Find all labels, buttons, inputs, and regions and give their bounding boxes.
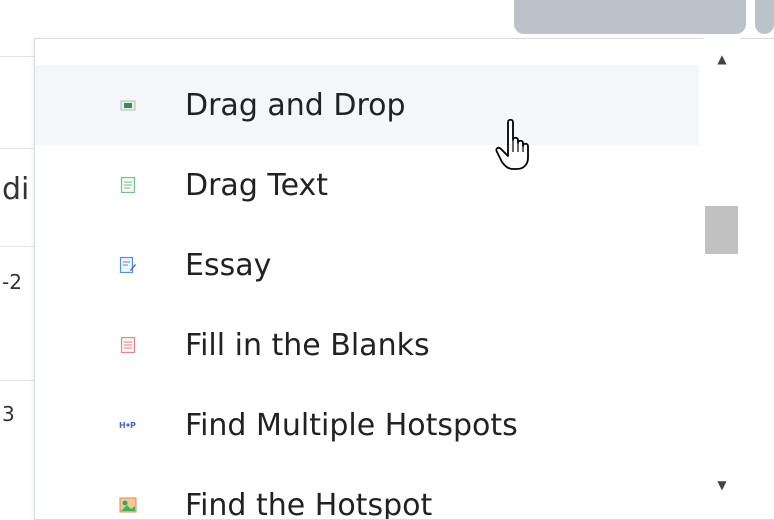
background-button[interactable]: [514, 0, 746, 34]
table-cell-fragment: -2: [2, 270, 22, 294]
scrollbar-thumb[interactable]: [705, 206, 738, 254]
dropdown-item-essay[interactable]: Essay: [35, 225, 699, 305]
dropdown-scrollbar[interactable]: ▲ ▼: [704, 38, 740, 508]
svg-text:P: P: [130, 421, 136, 430]
essay-icon: [119, 256, 137, 274]
dropdown-item-label: Drag and Drop: [185, 88, 406, 123]
dropdown-item-drag-text[interactable]: Drag Text: [35, 145, 699, 225]
dropdown-item-label: Drag Text: [185, 168, 328, 203]
dropdown-item-label: Find the Hotspot: [185, 488, 432, 520]
find-the-hotspot-icon: [119, 496, 137, 514]
dropdown-item-label: Fill in the Blanks: [185, 328, 430, 363]
fill-in-the-blanks-icon: [119, 336, 137, 354]
table-cell-fragment: 3: [2, 402, 15, 426]
background-button-partial[interactable]: [755, 0, 774, 34]
hand-pointer-cursor-icon: [494, 118, 534, 172]
svg-text:H: H: [119, 421, 126, 430]
scroll-down-arrow-icon[interactable]: ▼: [704, 470, 740, 500]
table-cell-fragment: di: [2, 172, 29, 207]
dropdown-item-fill-in-the-blanks[interactable]: Fill in the Blanks: [35, 305, 699, 385]
dropdown-item-drag-and-drop[interactable]: Drag and Drop: [35, 65, 699, 145]
dropdown-item-label: Essay: [185, 248, 271, 283]
content-type-dropdown[interactable]: Drag and Drop Drag Text Essay Fill in th…: [34, 38, 774, 520]
drag-and-drop-icon: [119, 96, 137, 114]
drag-text-icon: [119, 176, 137, 194]
dropdown-item-find-the-hotspot[interactable]: Find the Hotspot: [35, 465, 699, 520]
dropdown-item-find-multiple-hotspots[interactable]: HP Find Multiple Hotspots: [35, 385, 699, 465]
scroll-up-arrow-icon[interactable]: ▲: [704, 44, 740, 74]
dropdown-item-label: Find Multiple Hotspots: [185, 408, 518, 443]
find-multiple-hotspots-icon: HP: [119, 416, 137, 434]
